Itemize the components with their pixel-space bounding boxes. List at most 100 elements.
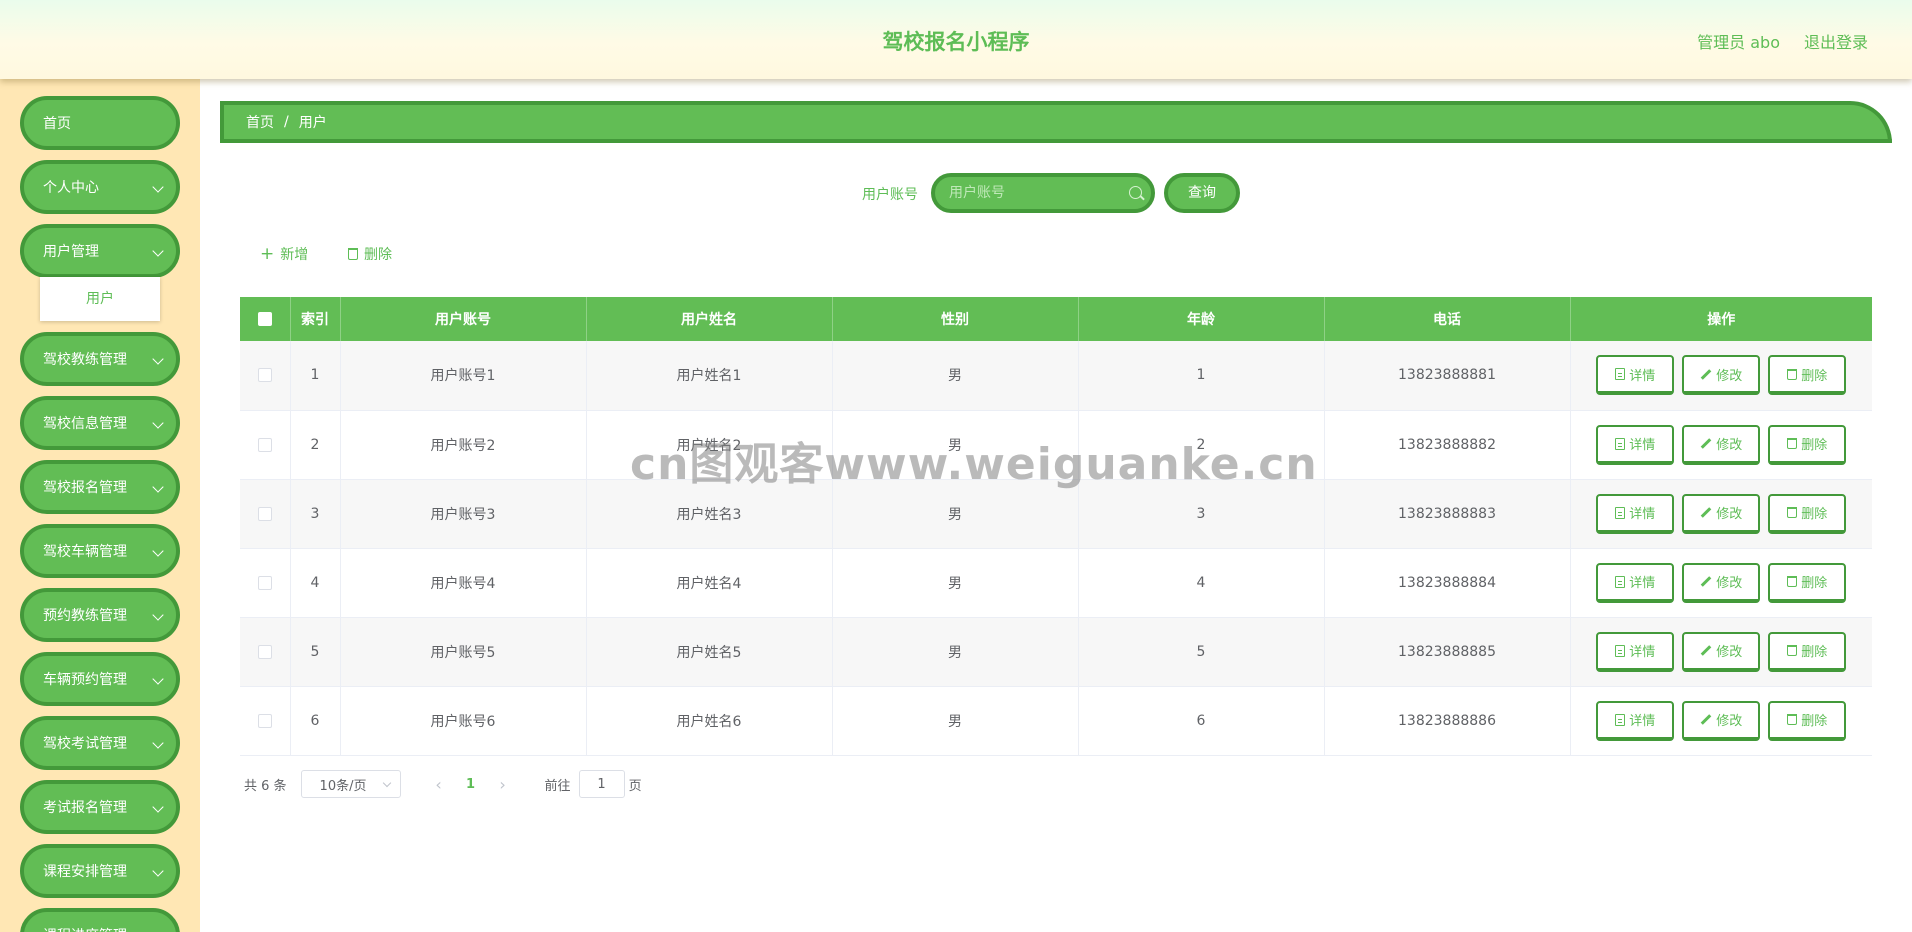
row-checkbox[interactable]	[257, 437, 272, 452]
query-button[interactable]: 查询	[1164, 173, 1240, 213]
sidebar-item-exam-registration-management[interactable]: 考试报名管理	[20, 780, 180, 834]
row-actions-cell: 详情 修改 删除	[1570, 410, 1872, 480]
sidebar-item-vehicle-booking-management[interactable]: 车辆预约管理	[20, 652, 180, 706]
row-select-cell	[240, 617, 291, 687]
detail-button[interactable]: 详情	[1596, 631, 1675, 672]
edit-button[interactable]: 修改	[1682, 700, 1761, 741]
sidebar-item-label: 驾校考试管理	[43, 736, 127, 752]
trash-icon	[348, 248, 358, 260]
trash-icon	[1787, 368, 1798, 380]
chevron-down-icon	[152, 673, 164, 685]
logout-link[interactable]: 退出登录	[1804, 29, 1868, 53]
edit-button-label: 修改	[1716, 576, 1743, 591]
goto-page-input[interactable]	[578, 770, 625, 798]
edit-icon	[1700, 507, 1712, 518]
edit-button[interactable]: 修改	[1682, 355, 1761, 396]
chevron-down-icon	[152, 353, 164, 365]
phone-cell: 13823888882	[1324, 410, 1571, 480]
chevron-down-icon	[152, 609, 164, 621]
index-cell: 3	[290, 479, 341, 549]
edit-icon	[1700, 576, 1712, 587]
chevron-down-icon	[152, 181, 164, 193]
batch-delete-button[interactable]: 删除	[348, 244, 392, 264]
search-input[interactable]	[935, 177, 1151, 209]
row-checkbox[interactable]	[257, 506, 272, 521]
chevron-down-icon	[152, 801, 164, 813]
sidebar-item-user-management[interactable]: 用户管理	[20, 224, 180, 278]
detail-button[interactable]: 详情	[1596, 424, 1675, 465]
sidebar-item-vehicle-management[interactable]: 驾校车辆管理	[20, 524, 180, 578]
row-actions-cell: 详情 修改 删除	[1570, 479, 1872, 549]
chevron-down-icon	[152, 481, 164, 493]
sidebar-item-home[interactable]: 首页	[20, 96, 180, 150]
sidebar-subitem-users[interactable]: 用户	[40, 277, 160, 321]
name-cell: 用户姓名6	[586, 686, 833, 756]
account-cell: 用户账号6	[340, 686, 587, 756]
sidebar-item-course-progress-management[interactable]: 课程进度管理	[20, 908, 180, 932]
next-page-button[interactable]: ›	[487, 775, 519, 794]
account-cell: 用户账号5	[340, 617, 587, 687]
detail-button[interactable]: 详情	[1596, 355, 1675, 396]
table-row: 3 用户账号3 用户姓名3 男 3 13823888883 详情 修改 删除	[240, 479, 1872, 549]
batch-delete-label: 删除	[364, 247, 392, 263]
account-cell: 用户账号4	[340, 548, 587, 618]
row-checkbox[interactable]	[257, 368, 272, 383]
sidebar-item-label: 首页	[43, 116, 71, 132]
document-icon	[1615, 368, 1626, 381]
edit-icon	[1700, 714, 1712, 725]
phone-cell: 13823888885	[1324, 617, 1571, 687]
table-header-row: 索引 用户账号 用户姓名 性别 年龄 电话 操作	[240, 297, 1872, 341]
delete-button[interactable]: 删除	[1768, 493, 1847, 534]
edit-button[interactable]: 修改	[1682, 424, 1761, 465]
select-all-checkbox[interactable]	[257, 312, 272, 326]
detail-button[interactable]: 详情	[1596, 493, 1675, 534]
row-checkbox[interactable]	[257, 644, 272, 659]
add-button[interactable]: + 新增	[260, 244, 308, 264]
age-cell: 6	[1078, 686, 1325, 756]
select-all-cell	[240, 297, 291, 341]
detail-button[interactable]: 详情	[1596, 700, 1675, 741]
page-number-current[interactable]: 1	[455, 777, 487, 792]
trash-icon	[1787, 645, 1798, 656]
delete-button[interactable]: 删除	[1768, 700, 1847, 741]
edit-button[interactable]: 修改	[1682, 493, 1761, 534]
edit-button[interactable]: 修改	[1682, 562, 1761, 603]
sidebar-item-personal-center[interactable]: 个人中心	[20, 160, 180, 214]
breadcrumb-home[interactable]: 首页	[246, 112, 274, 132]
prev-page-button[interactable]: ‹	[423, 775, 455, 794]
detail-button-label: 详情	[1629, 645, 1656, 660]
sidebar-item-exam-management[interactable]: 驾校考试管理	[20, 716, 180, 770]
edit-button-label: 修改	[1716, 645, 1743, 660]
current-user-label[interactable]: 管理员 abo	[1697, 29, 1780, 53]
row-select-cell	[240, 548, 291, 618]
edit-button[interactable]: 修改	[1682, 631, 1761, 672]
delete-button-label: 删除	[1801, 438, 1828, 453]
sidebar-item-school-info-management[interactable]: 驾校信息管理	[20, 396, 180, 450]
sidebar-item-course-schedule-management[interactable]: 课程安排管理	[20, 844, 180, 898]
age-cell: 2	[1078, 410, 1325, 480]
sidebar-item-enrollment-management[interactable]: 驾校报名管理	[20, 460, 180, 514]
edit-button-label: 修改	[1716, 507, 1743, 522]
detail-button-label: 详情	[1629, 438, 1656, 453]
detail-button[interactable]: 详情	[1596, 562, 1675, 603]
sidebar-item-label: 驾校车辆管理	[43, 544, 127, 560]
account-cell: 用户账号2	[340, 410, 587, 480]
index-cell: 6	[290, 686, 341, 756]
index-cell: 5	[290, 617, 341, 687]
sidebar-item-coach-booking-management[interactable]: 预约教练管理	[20, 588, 180, 642]
delete-button[interactable]: 删除	[1768, 631, 1847, 672]
delete-button[interactable]: 删除	[1768, 355, 1847, 396]
row-select-cell	[240, 479, 291, 549]
row-select-cell	[240, 410, 291, 480]
users-table: 索引 用户账号 用户姓名 性别 年龄 电话 操作 1 用户账号1 用户姓名1 男 1 13…	[240, 297, 1872, 756]
row-checkbox[interactable]	[257, 713, 272, 728]
row-checkbox[interactable]	[257, 575, 272, 590]
sidebar-item-coach-management[interactable]: 驾校教练管理	[20, 332, 180, 386]
age-cell: 1	[1078, 341, 1325, 411]
delete-button[interactable]: 删除	[1768, 562, 1847, 603]
delete-button[interactable]: 删除	[1768, 424, 1847, 465]
gender-cell: 男	[832, 548, 1079, 618]
page-size-select[interactable]: 10条/页	[300, 770, 401, 798]
search-label: 用户账号	[862, 187, 918, 203]
edit-icon	[1700, 438, 1712, 449]
